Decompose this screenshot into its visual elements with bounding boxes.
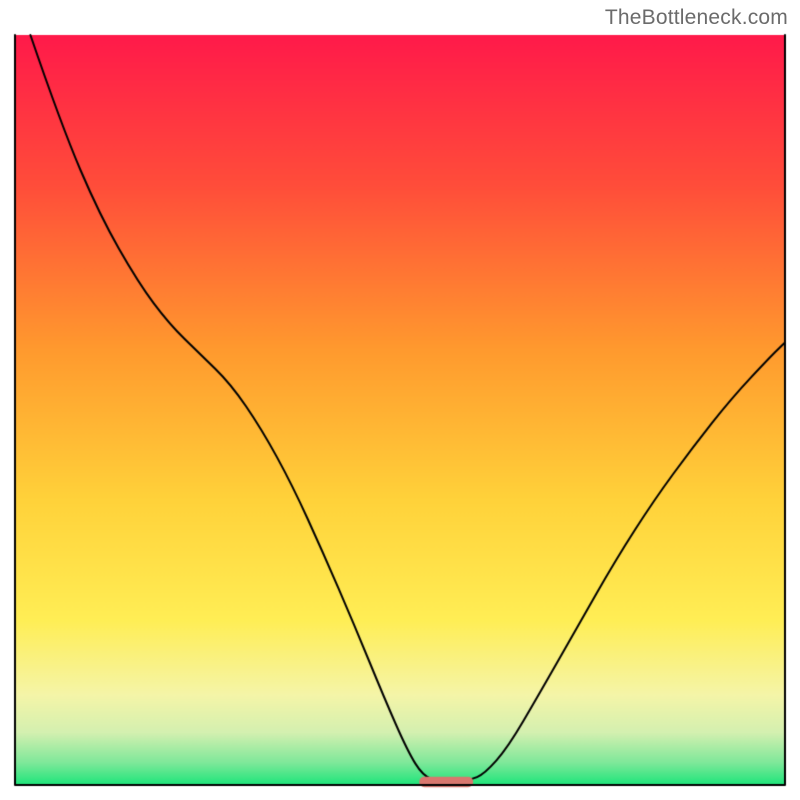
bottleneck-chart-canvas (0, 0, 800, 800)
watermark-text: TheBottleneck.com (605, 6, 788, 30)
chart-container: TheBottleneck.com (0, 0, 800, 800)
